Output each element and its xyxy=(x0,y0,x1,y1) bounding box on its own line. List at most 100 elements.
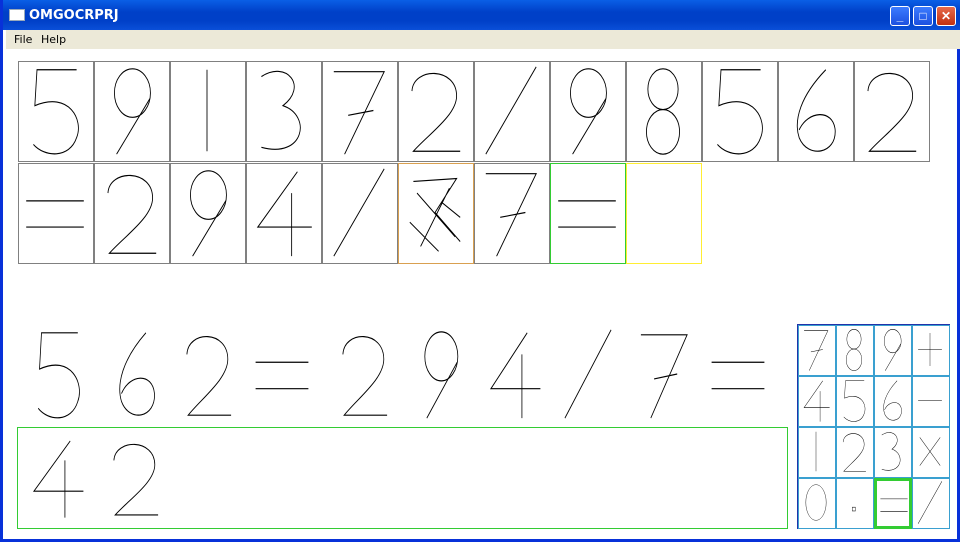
seven-glyph xyxy=(333,71,385,155)
sample-cell[interactable] xyxy=(170,61,246,162)
four-glyph xyxy=(256,171,312,257)
key-one[interactable] xyxy=(798,427,836,478)
divide-glyph xyxy=(485,66,537,155)
sample-cell[interactable] xyxy=(322,163,398,264)
expression-token xyxy=(249,325,315,423)
six-glyph xyxy=(796,69,836,152)
two-glyph xyxy=(113,443,159,516)
sample-cell[interactable] xyxy=(398,61,474,162)
expression-token xyxy=(555,325,621,423)
close-button[interactable]: ✕ xyxy=(936,6,956,26)
sample-cell[interactable] xyxy=(398,163,474,264)
expression-token xyxy=(175,325,241,423)
sample-cell[interactable] xyxy=(550,163,626,264)
sample-cell[interactable] xyxy=(854,61,930,162)
two-glyph xyxy=(342,336,388,416)
menu-help[interactable]: Help xyxy=(41,33,66,46)
app-icon xyxy=(9,9,25,21)
key-three[interactable] xyxy=(874,427,912,478)
key-six[interactable] xyxy=(874,376,912,427)
five-glyph xyxy=(717,69,763,155)
key-multiply[interactable] xyxy=(912,427,950,478)
expression-token xyxy=(103,325,169,423)
seven-glyph xyxy=(485,173,537,257)
divide-glyph xyxy=(917,481,943,524)
five-glyph xyxy=(843,380,866,422)
nine-glyph xyxy=(114,68,151,155)
equals-glyph xyxy=(711,361,765,390)
two-glyph xyxy=(842,433,866,472)
key-equals[interactable] xyxy=(874,478,912,529)
key-decimal[interactable] xyxy=(836,478,874,529)
sample-cell[interactable] xyxy=(18,163,94,264)
sample-cell[interactable] xyxy=(474,61,550,162)
seven-glyph xyxy=(804,330,829,371)
window-title: OMGOCRPRJ xyxy=(29,8,119,23)
divide-glyph xyxy=(564,329,612,419)
expression-token xyxy=(705,325,771,423)
minimize-button[interactable]: _ xyxy=(890,6,910,26)
nine-glyph xyxy=(424,331,459,419)
menu-file[interactable]: File xyxy=(14,33,32,46)
sample-cell[interactable] xyxy=(246,61,322,162)
sample-cell[interactable] xyxy=(702,61,778,162)
five-glyph xyxy=(33,69,79,155)
divide-glyph xyxy=(333,168,385,257)
six-glyph xyxy=(883,380,902,421)
nine-glyph xyxy=(883,329,902,371)
equals-glyph xyxy=(558,200,616,228)
sample-cell[interactable] xyxy=(626,61,702,162)
expression-token xyxy=(631,325,697,423)
equals-glyph xyxy=(255,361,309,390)
scribble-glyph xyxy=(409,177,461,252)
sample-cell[interactable] xyxy=(94,61,170,162)
seven-glyph xyxy=(640,334,688,419)
key-plus[interactable] xyxy=(912,325,950,376)
sample-cell[interactable] xyxy=(322,61,398,162)
three-glyph xyxy=(881,432,901,471)
key-nine[interactable] xyxy=(874,325,912,376)
one-glyph xyxy=(815,431,817,472)
key-minus[interactable] xyxy=(912,376,950,427)
sample-cell[interactable] xyxy=(778,61,854,162)
nine-glyph xyxy=(190,170,227,257)
expression-token xyxy=(407,325,473,423)
two-glyph xyxy=(411,72,461,152)
expression-token xyxy=(331,325,397,423)
key-four[interactable] xyxy=(798,376,836,427)
minus-glyph xyxy=(918,400,942,401)
sample-cell[interactable] xyxy=(246,163,322,264)
three-glyph xyxy=(261,70,301,150)
title-bar[interactable]: OMGOCRPRJ _ □ ✕ xyxy=(3,0,960,30)
four-glyph xyxy=(803,380,830,422)
result-token xyxy=(102,434,168,522)
maximize-button[interactable]: □ xyxy=(913,6,933,26)
sample-cell[interactable] xyxy=(550,61,626,162)
six-glyph xyxy=(119,332,155,416)
key-divide[interactable] xyxy=(912,478,950,529)
eight-glyph xyxy=(646,68,680,155)
sample-cell-empty[interactable] xyxy=(626,163,702,264)
sample-cell[interactable] xyxy=(18,61,94,162)
two-glyph xyxy=(867,72,917,152)
nine-glyph xyxy=(570,68,607,155)
eight-glyph xyxy=(845,329,863,371)
four-glyph xyxy=(32,440,84,518)
decimal-glyph xyxy=(852,506,856,512)
one-glyph xyxy=(206,69,208,152)
multiply-glyph xyxy=(919,437,941,466)
key-two[interactable] xyxy=(836,427,874,478)
equals-glyph xyxy=(880,498,908,512)
expression-token xyxy=(25,325,91,423)
sample-cell[interactable] xyxy=(94,163,170,264)
sample-cell[interactable] xyxy=(170,163,246,264)
result-token xyxy=(24,434,90,522)
key-eight[interactable] xyxy=(836,325,874,376)
key-seven[interactable] xyxy=(798,325,836,376)
keypad xyxy=(797,324,950,529)
key-five[interactable] xyxy=(836,376,874,427)
plus-glyph xyxy=(918,333,942,366)
four-glyph xyxy=(489,332,541,419)
sample-cell[interactable] xyxy=(474,163,550,264)
key-zero[interactable] xyxy=(798,478,836,529)
